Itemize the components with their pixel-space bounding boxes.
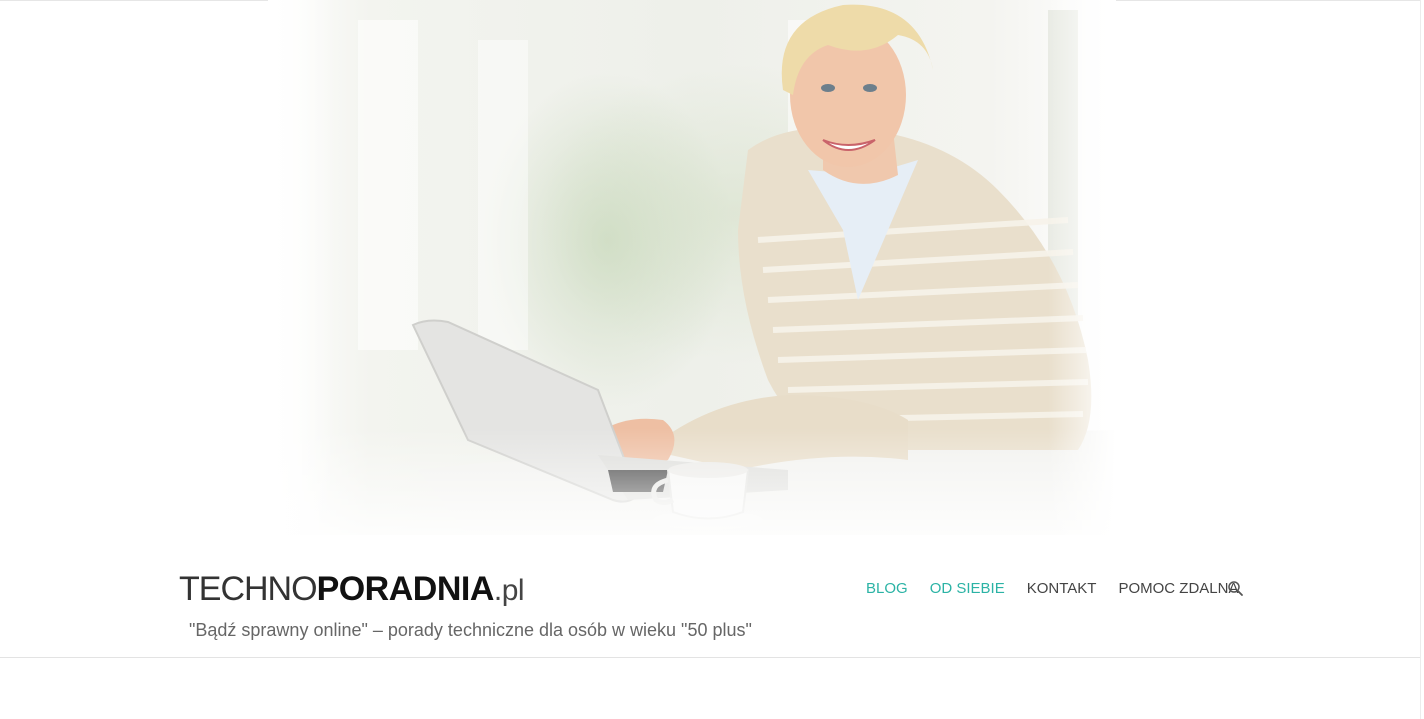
header-divider xyxy=(0,657,1420,658)
site-logo[interactable]: TECHNOPORADNIA.pl xyxy=(179,570,525,608)
logo-part-techno: TECHNO xyxy=(179,570,318,608)
site-tagline: "Bądź sprawny online" – porady techniczn… xyxy=(189,620,752,640)
hero-image xyxy=(268,0,1116,535)
nav-item-blog[interactable]: BLOG xyxy=(866,578,908,600)
main-nav: BLOG OD SIEBIE KONTAKT POMOC ZDALNA xyxy=(866,578,1260,600)
logo-part-poradnia: PORADNIA xyxy=(316,570,495,608)
search-icon[interactable] xyxy=(1227,580,1245,598)
nav-item-pomoc-zdalna[interactable]: POMOC ZDALNA xyxy=(1118,578,1238,600)
right-border xyxy=(1420,0,1421,719)
logo-part-domain: .pl xyxy=(493,574,525,607)
nav-item-od-siebie[interactable]: OD SIEBIE xyxy=(930,578,1005,600)
nav-item-kontakt[interactable]: KONTAKT xyxy=(1027,578,1097,600)
